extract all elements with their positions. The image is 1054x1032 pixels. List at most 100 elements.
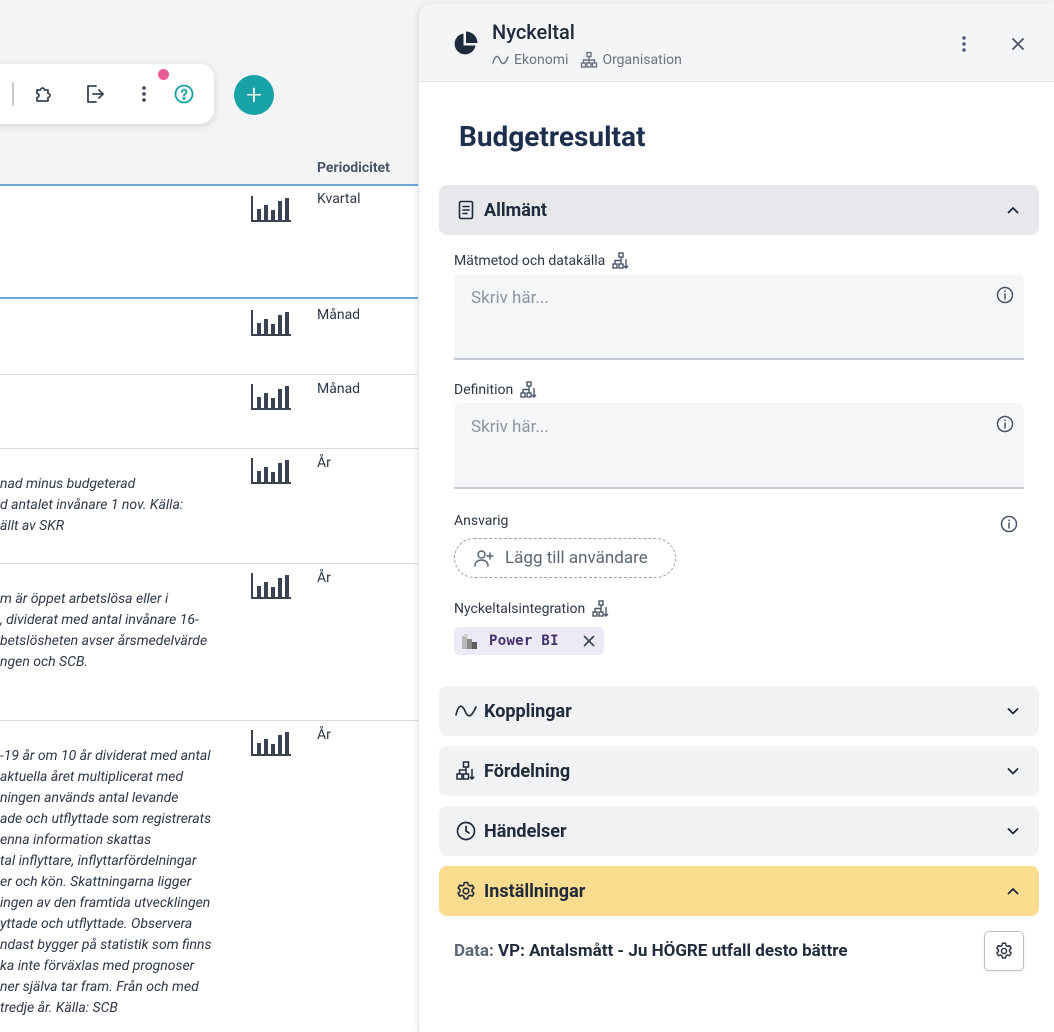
power-bi-chip[interactable]: Power BI (454, 627, 604, 655)
description-line: -19 år om 10 år dividerat med antal (0, 748, 211, 764)
panel-header: Nyckeltal Ekonomi Organisation (419, 4, 1054, 82)
integration-label-text: Nyckeltalsintegration (454, 601, 586, 617)
column-header-periodicity[interactable]: Periodicitet (317, 160, 390, 176)
info-icon[interactable] (995, 414, 1015, 434)
remove-chip-icon[interactable] (579, 631, 599, 651)
background-table-area: + Periodicitet Kvartal Månad Månad År na… (0, 0, 418, 1032)
floating-toolbar (0, 64, 214, 124)
hierarchy-icon (591, 599, 611, 619)
help-icon[interactable] (172, 82, 196, 106)
description-line: , dividerat med antal invånare 16- (0, 612, 199, 628)
clock-icon (455, 820, 477, 842)
bar-chart-icon[interactable] (250, 307, 292, 337)
settings-gear-button[interactable] (984, 931, 1024, 971)
period-value: År (317, 455, 331, 471)
kpi-title: Budgetresultat (459, 120, 646, 153)
section-general[interactable]: Allmänt (439, 185, 1039, 235)
chip-label: Power BI (489, 633, 559, 649)
description-line: enna information skattas (0, 832, 152, 848)
power-bi-icon (460, 631, 480, 651)
hierarchy-icon (519, 380, 539, 400)
description-line: tredje år. Källa: SCB (0, 1000, 118, 1016)
description-line: d antalet invånare 1 nov. Källa: (0, 497, 184, 513)
section-events[interactable]: Händelser (439, 806, 1039, 856)
description-line: nad minus budgeterad (0, 476, 136, 492)
responsible-label-text: Ansvarig (454, 513, 509, 529)
row-description: -19 år om 10 år dividerat med antal aktu… (0, 746, 212, 1019)
chevron-down-icon[interactable] (1004, 702, 1022, 720)
chevron-down-icon[interactable] (1004, 822, 1022, 840)
table-row[interactable]: År -19 år om 10 år dividerat med antal a… (0, 721, 418, 1032)
method-textarea[interactable]: Skriv här... (454, 274, 1024, 360)
row-description: nad minus budgeterad d antalet invånare … (0, 474, 183, 537)
period-value: Kvartal (317, 191, 361, 207)
kebab-icon[interactable] (132, 82, 156, 106)
hierarchy-icon (611, 251, 631, 271)
document-icon (455, 199, 477, 221)
table-row[interactable]: Månad (0, 375, 418, 449)
description-line: betslösheten avser årsmedelvärde (0, 633, 208, 649)
period-value: År (317, 570, 331, 586)
bar-chart-icon[interactable] (250, 727, 292, 757)
table-row[interactable]: Månad (0, 301, 418, 375)
table-row[interactable]: Kvartal (0, 187, 418, 299)
bar-chart-icon[interactable] (250, 193, 292, 223)
integration-label: Nyckeltalsintegration (454, 599, 611, 619)
add-user-button[interactable]: Lägg till användare (454, 538, 676, 578)
section-label: Inställningar (484, 881, 586, 902)
breadcrumb-organisation[interactable]: Organisation (602, 52, 681, 68)
data-value: VP: Antalsmått - Ju HÖGRE utfall desto b… (498, 941, 848, 961)
period-value: Månad (317, 381, 361, 397)
period-value: År (317, 727, 331, 743)
gear-icon (996, 942, 1012, 959)
definition-label-text: Definition (454, 382, 514, 398)
table-row[interactable]: År nad minus budgeterad d antalet invåna… (0, 449, 418, 564)
definition-textarea[interactable]: Skriv här... (454, 403, 1024, 489)
section-distribution[interactable]: Fördelning (439, 746, 1039, 796)
section-label: Fördelning (484, 761, 571, 782)
description-line: er och kön. Skattningarna ligger (0, 874, 192, 890)
section-settings[interactable]: Inställningar (439, 866, 1039, 916)
chevron-up-icon[interactable] (1004, 201, 1022, 219)
row-description: m är öppet arbetslösa eller i , dividera… (0, 589, 207, 673)
info-icon[interactable] (995, 285, 1015, 305)
wave-icon (455, 700, 477, 722)
breadcrumb-economy[interactable]: Ekonomi (514, 52, 568, 68)
close-icon[interactable] (1007, 33, 1029, 55)
info-icon[interactable] (999, 514, 1019, 534)
section-label: Händelser (484, 821, 567, 842)
org-chart-icon (580, 51, 598, 69)
settings-data-line: Data: VP: Antalsmått - Ju HÖGRE utfall d… (454, 941, 848, 961)
wave-icon (492, 51, 510, 69)
bar-chart-icon[interactable] (250, 381, 292, 411)
section-links[interactable]: Kopplingar (439, 686, 1039, 736)
method-placeholder: Skriv här... (471, 288, 549, 308)
bar-chart-icon[interactable] (250, 455, 292, 485)
panel-menu-icon[interactable] (953, 33, 975, 55)
description-line: ningen används antal levande (0, 790, 179, 806)
table-column-header: Periodicitet (0, 146, 418, 186)
chevron-down-icon[interactable] (1004, 762, 1022, 780)
table-row[interactable]: År m är öppet arbetslösa eller i , divid… (0, 564, 418, 721)
definition-label: Definition (454, 380, 539, 400)
description-line: m är öppet arbetslösa eller i (0, 591, 169, 607)
notification-dot (158, 69, 169, 80)
description-line: aktuella året multiplicerat med (0, 769, 184, 785)
bar-chart-icon[interactable] (250, 570, 292, 600)
description-line: ngen och SCB. (0, 654, 88, 670)
pie-chart-icon (452, 31, 478, 57)
puzzle-icon[interactable] (32, 82, 56, 106)
method-label: Mätmetod och datakälla (454, 251, 631, 271)
description-line: ällt av SKR (0, 518, 65, 534)
definition-placeholder: Skriv här... (471, 417, 549, 437)
add-person-icon (473, 547, 495, 569)
description-line: ingen av den framtida utvecklingen (0, 895, 211, 911)
chevron-up-icon[interactable] (1004, 882, 1022, 900)
section-label: Kopplingar (484, 701, 572, 722)
export-icon[interactable] (82, 82, 106, 106)
responsible-label: Ansvarig (454, 513, 508, 529)
add-button[interactable]: + (234, 75, 274, 115)
toolbar-separator (12, 82, 14, 106)
method-label-text: Mätmetod och datakälla (454, 253, 606, 269)
description-line: tal inflyttare, inflyttarfördelningar (0, 853, 197, 869)
